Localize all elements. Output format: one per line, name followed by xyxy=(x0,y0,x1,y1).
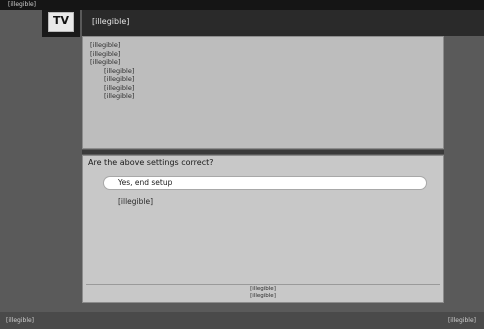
panel-divider xyxy=(82,150,444,154)
status-bar xyxy=(0,312,484,329)
title-bar xyxy=(82,10,484,36)
info-line: [illegible] xyxy=(90,49,121,58)
tv-setup-screen: [illegible] TV [illegible] [illegible] [… xyxy=(0,0,484,329)
top-bar-text: [illegible] xyxy=(8,1,37,8)
setting-item: [illegible] xyxy=(104,92,135,100)
help-line: [illegible] xyxy=(250,293,276,299)
page-title: [illegible] xyxy=(92,17,130,26)
help-text: [illegible] [illegible] xyxy=(92,286,434,300)
status-left-text: [illegible] xyxy=(6,317,35,324)
top-bar xyxy=(0,0,484,10)
help-line: [illegible] xyxy=(250,286,276,292)
option-no-repeat-setup-label[interactable]: [illegible] xyxy=(118,197,153,207)
info-line: [illegible] xyxy=(90,58,121,66)
status-right-text: [illegible] xyxy=(447,317,476,324)
info-line: [illegible] xyxy=(90,41,121,49)
tv-logo-text: TV xyxy=(52,14,70,27)
settings-summary: [illegible] [illegible] [illegible] [ill… xyxy=(90,41,436,145)
setting-item: [illegible] xyxy=(104,75,135,83)
setting-item: [illegible] xyxy=(104,83,135,92)
setting-item: [illegible] xyxy=(104,66,135,75)
confirm-question: Are the above settings correct? xyxy=(88,158,214,167)
option-yes-end-setup-label[interactable]: Yes, end setup xyxy=(118,178,172,188)
